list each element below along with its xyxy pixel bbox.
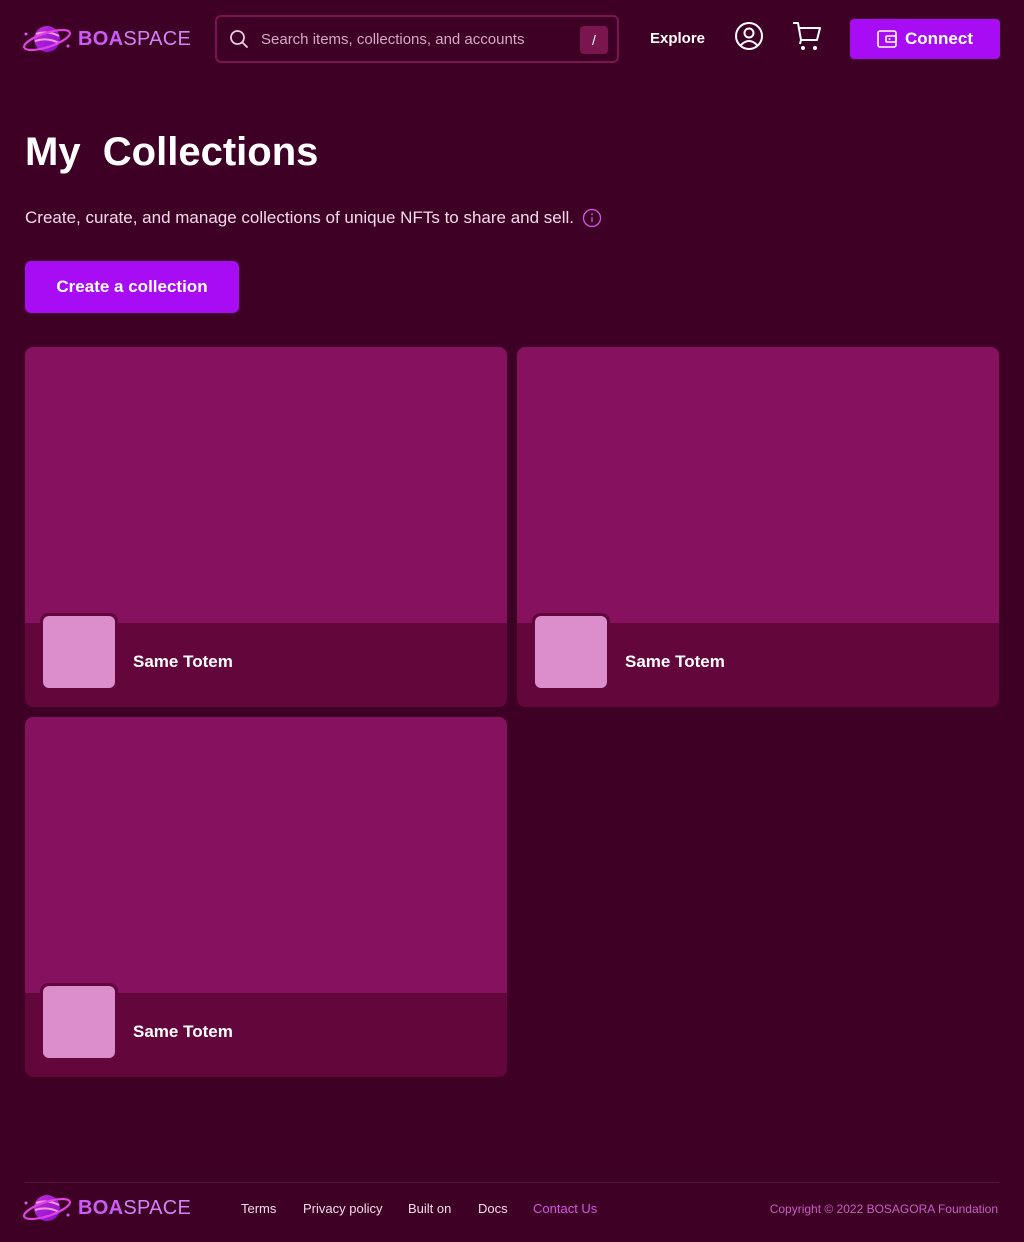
footer-divider bbox=[25, 1182, 999, 1183]
footer-link-docs[interactable]: Docs bbox=[478, 1201, 508, 1216]
collection-thumbnail bbox=[40, 613, 118, 691]
footer-brand-name: BOASPACE bbox=[78, 1196, 192, 1219]
collection-thumbnail bbox=[532, 613, 610, 691]
footer-link-terms[interactable]: Terms bbox=[241, 1201, 276, 1216]
cart-icon[interactable] bbox=[792, 20, 822, 52]
collection-card[interactable]: Same Totem bbox=[25, 347, 507, 707]
collection-name: Same Totem bbox=[133, 652, 233, 671]
info-icon[interactable] bbox=[582, 208, 602, 228]
collection-name: Same Totem bbox=[625, 652, 725, 671]
footer-link-built-on[interactable]: Built on bbox=[408, 1201, 451, 1216]
collection-banner bbox=[517, 347, 999, 623]
create-collection-button[interactable]: Create a collection bbox=[25, 261, 239, 313]
nav-explore-link[interactable]: Explore bbox=[650, 30, 705, 47]
search-icon bbox=[230, 30, 248, 48]
connect-wallet-button[interactable]: Connect bbox=[850, 19, 1000, 59]
footer-brand-logo[interactable]: BOASPACE bbox=[22, 1191, 191, 1225]
copyright-text: Copyright © 2022 BOSAGORA Foundation bbox=[769, 1202, 998, 1216]
collection-card[interactable]: Same Totem bbox=[517, 347, 999, 707]
page-title: My Collections bbox=[25, 130, 319, 174]
collection-banner bbox=[25, 717, 507, 993]
wallet-icon bbox=[877, 30, 897, 48]
search-bar[interactable]: / bbox=[215, 15, 619, 63]
account-icon[interactable] bbox=[734, 21, 764, 51]
top-navbar: BOASPACE / Explore Connect bbox=[0, 0, 1024, 78]
footer-link-privacy[interactable]: Privacy policy bbox=[303, 1201, 382, 1216]
subtitle-text: Create, curate, and manage collections o… bbox=[25, 208, 575, 227]
search-shortcut-key: / bbox=[580, 26, 608, 54]
footer-link-contact[interactable]: Contact Us bbox=[533, 1201, 597, 1216]
collection-banner bbox=[25, 347, 507, 623]
brand-logo[interactable]: BOASPACE bbox=[22, 22, 191, 56]
collection-card[interactable]: Same Totem bbox=[25, 717, 507, 1077]
search-input[interactable] bbox=[261, 30, 571, 48]
boaspace-logo-icon bbox=[22, 26, 72, 52]
page-subtitle: Create, curate, and manage collections o… bbox=[25, 208, 602, 228]
connect-label: Connect bbox=[905, 29, 973, 48]
collection-thumbnail bbox=[40, 983, 118, 1061]
boaspace-logo-icon bbox=[22, 1195, 72, 1221]
brand-name: BOASPACE bbox=[78, 27, 192, 50]
collection-name: Same Totem bbox=[133, 1022, 233, 1041]
